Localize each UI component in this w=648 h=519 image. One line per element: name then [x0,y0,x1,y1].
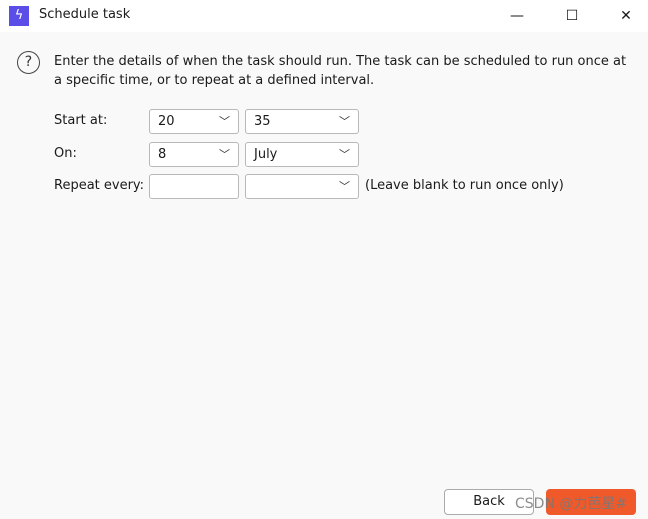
close-icon[interactable]: ✕ [603,0,648,32]
chevron-down-icon: ﹀ [219,115,230,128]
chevron-down-icon: ﹀ [339,148,350,161]
repeat-note: (Leave blank to run once only) [365,178,564,193]
month-value: July [254,147,278,162]
start-minute-select[interactable]: 35 ﹀ [245,109,359,134]
chevron-down-icon: ﹀ [219,148,230,161]
repeat-input[interactable] [149,174,239,199]
window-title: Schedule task [39,7,131,22]
month-select[interactable]: July ﹀ [245,142,359,167]
start-label: Start at: [54,113,108,128]
minimize-icon[interactable]: — [494,0,540,32]
lightning-icon: ϟ [9,6,29,26]
day-select[interactable]: 8 ﹀ [149,142,239,167]
start-minute-value: 35 [254,114,271,129]
repeat-unit-select[interactable]: ﹀ [245,174,359,199]
chevron-down-icon: ﹀ [339,115,350,128]
on-label: On: [54,146,77,161]
maximize-icon[interactable]: ☐ [549,0,595,32]
chevron-down-icon: ﹀ [339,180,350,193]
start-hour-value: 20 [158,114,175,129]
day-value: 8 [158,147,167,162]
title-bar: ϟ Schedule task — ☐ ✕ [0,0,648,32]
start-hour-select[interactable]: 20 ﹀ [149,109,239,134]
watermark: CSDN @力芭星# [515,496,628,512]
help-icon: ? [17,51,40,74]
repeat-label: Repeat every: [54,178,145,193]
intro-text: Enter the details of when the task shoul… [54,54,627,88]
